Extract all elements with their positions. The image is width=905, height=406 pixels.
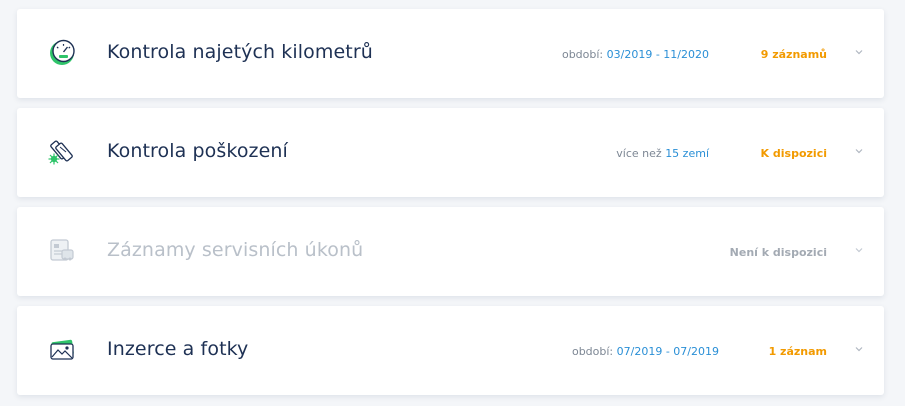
period-label: období:: [571, 345, 617, 358]
section-coverage: více než 15 zemí: [616, 147, 709, 160]
section-service-records[interactable]: Záznamy servisních úkonů Není k dispozic…: [17, 207, 884, 296]
availability-badge: K dispozici: [760, 147, 827, 160]
chevron-down-icon[interactable]: [854, 146, 864, 156]
period-value: 07/2019 - 07/2019: [616, 345, 719, 358]
section-period: období: 07/2019 - 07/2019: [572, 345, 719, 358]
service-records-icon: [48, 236, 76, 264]
section-title: Záznamy servisních úkonů: [107, 239, 364, 261]
chevron-down-icon[interactable]: [854, 47, 864, 57]
photo-ads-icon: [48, 335, 76, 363]
period-value: 03/2019 - 11/2020: [606, 48, 709, 61]
section-ads-and-photos[interactable]: Inzerce a fotky období: 07/2019 - 07/201…: [17, 306, 884, 395]
section-period: období: 03/2019 - 11/2020: [562, 48, 709, 61]
section-damage-check[interactable]: Kontrola poškození více než 15 zemí K di…: [17, 108, 884, 197]
coverage-value: 15 zemí: [665, 147, 709, 160]
section-title: Inzerce a fotky: [107, 338, 249, 360]
section-title: Kontrola najetých kilometrů: [107, 41, 373, 63]
report-sections-list: Kontrola najetých kilometrů období: 03/2…: [0, 0, 905, 406]
records-count-badge: 9 záznamů: [760, 48, 827, 61]
chevron-down-icon[interactable]: [854, 245, 864, 255]
speedometer-icon: [48, 38, 76, 66]
chevron-down-icon[interactable]: [854, 344, 864, 354]
availability-badge: Není k dispozici: [729, 246, 827, 259]
coverage-label: více než: [616, 147, 666, 160]
records-count-badge: 1 záznam: [768, 345, 827, 358]
damage-tools-icon: [48, 137, 76, 165]
period-label: období:: [561, 48, 607, 61]
section-title: Kontrola poškození: [107, 140, 288, 162]
section-mileage-check[interactable]: Kontrola najetých kilometrů období: 03/2…: [17, 9, 884, 98]
